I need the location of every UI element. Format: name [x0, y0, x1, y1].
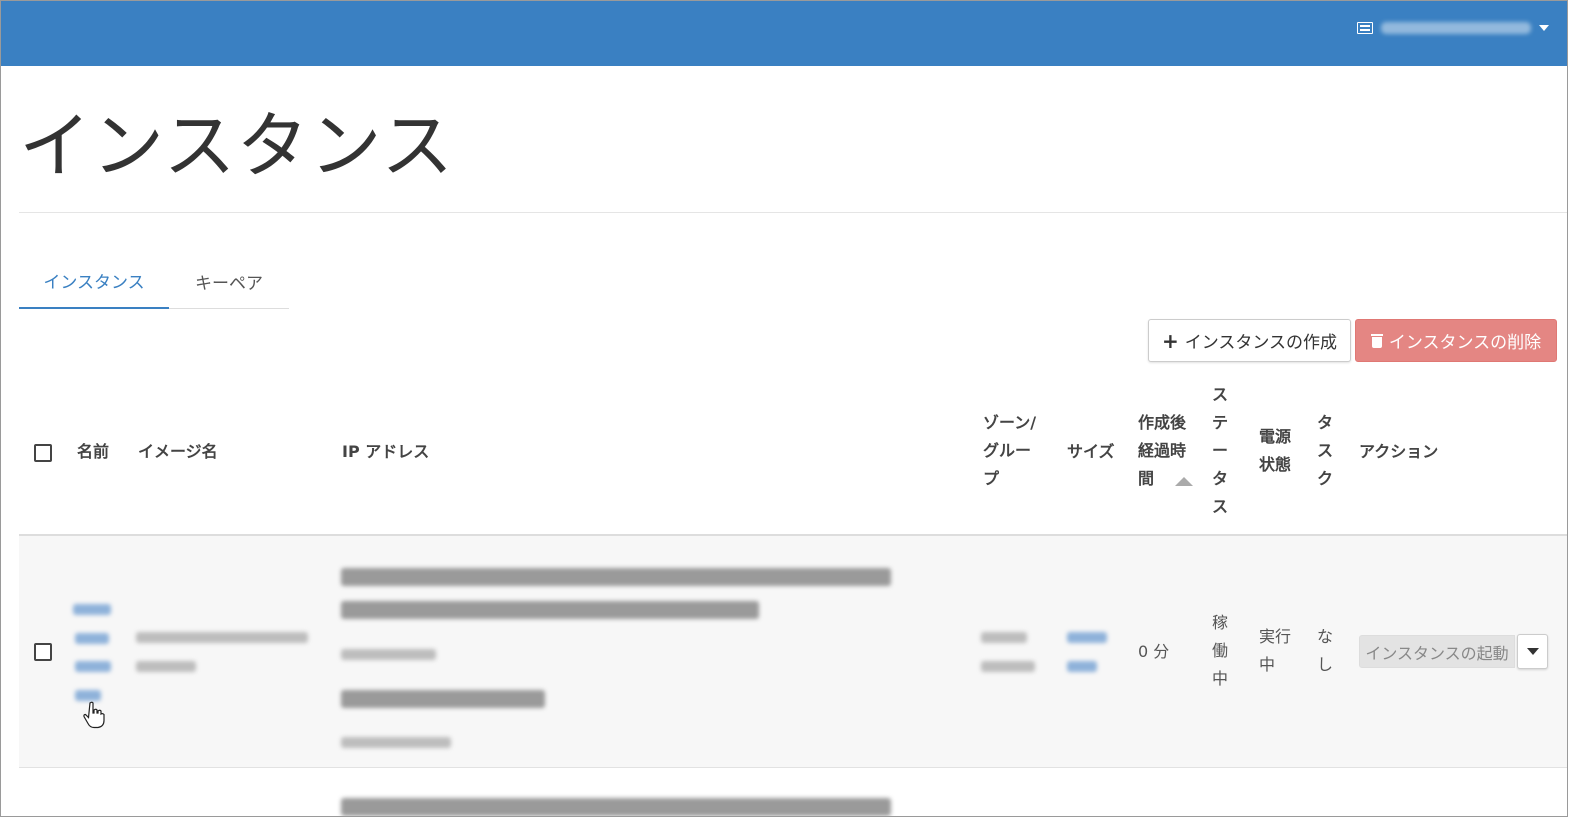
select-all-checkbox[interactable] — [34, 444, 52, 462]
column-header-status-line: ス — [1212, 497, 1229, 516]
column-header-power-line: 状態 — [1259, 455, 1292, 474]
column-header-age-line: 作成後 — [1138, 413, 1187, 432]
create-instance-button[interactable]: + インスタンスの作成 — [1148, 319, 1351, 362]
hand-cursor-icon — [83, 701, 105, 729]
column-header-actions: アクション — [1359, 442, 1439, 461]
list-icon — [1357, 22, 1373, 34]
column-header-age-line: 経過時 — [1138, 441, 1187, 460]
column-header-power[interactable]: 電源 状態 — [1259, 423, 1291, 479]
trash-icon — [1370, 333, 1383, 348]
user-menu[interactable] — [1357, 18, 1549, 38]
column-header-name[interactable]: 名前 — [77, 438, 109, 466]
caret-down-icon — [1526, 648, 1539, 655]
tab-instances[interactable]: インスタンス — [19, 253, 169, 309]
app-window: インスタンス インスタンス キーペア + インスタンスの作成 インスタンスの削除… — [0, 0, 1568, 817]
task-value-line: な — [1317, 627, 1334, 646]
status-value-line: 稼 — [1212, 613, 1229, 632]
column-header-power-line: 電源 — [1259, 427, 1292, 446]
delete-instance-button[interactable]: インスタンスの削除 — [1355, 319, 1557, 362]
power-state-value: 実行 中 — [1259, 623, 1291, 679]
status-value: 稼 働 中 — [1212, 609, 1228, 693]
tab-bar: インスタンス キーペア — [19, 253, 289, 309]
task-value-line: し — [1317, 655, 1334, 674]
column-header-status-line: ー — [1212, 441, 1229, 460]
column-header-zone-line: プ — [983, 469, 1000, 488]
column-header-task[interactable]: タ ス ク — [1317, 409, 1333, 493]
column-header-status-line: テ — [1212, 413, 1229, 432]
create-instance-label: インスタンスの作成 — [1184, 333, 1338, 353]
row-checkbox[interactable] — [34, 643, 52, 661]
column-header-zone-line: グルー — [983, 441, 1032, 460]
status-value-line: 働 — [1212, 641, 1229, 660]
divider — [19, 212, 1567, 213]
sort-ascending-icon[interactable] — [1175, 477, 1193, 486]
action-dropdown-toggle[interactable] — [1517, 634, 1548, 669]
start-instance-button[interactable]: インスタンスの起動 — [1359, 635, 1515, 668]
user-name-redacted — [1381, 22, 1531, 34]
column-header-ip[interactable]: IP アドレス — [342, 438, 429, 466]
column-header-status-line: タ — [1212, 469, 1229, 488]
caret-down-icon — [1539, 25, 1549, 31]
column-header-task-line: タ — [1317, 413, 1334, 432]
column-header-task-line: ク — [1317, 469, 1334, 488]
column-header-zone[interactable]: ゾーン/ グルー プ — [983, 409, 1036, 493]
plus-icon: + — [1161, 328, 1179, 353]
page-title: インスタンス — [19, 104, 455, 188]
column-header-status[interactable]: ス テ ー タ ス — [1212, 381, 1228, 521]
tab-keypairs[interactable]: キーペア — [169, 253, 289, 309]
task-value: な し — [1317, 623, 1333, 679]
power-state-line: 中 — [1259, 655, 1276, 674]
column-header-status-line: ス — [1212, 385, 1229, 404]
top-navbar — [1, 1, 1567, 66]
delete-instance-label: インスタンスの削除 — [1388, 333, 1542, 353]
power-state-line: 実行 — [1259, 627, 1292, 646]
column-header-zone-line: ゾーン/ — [983, 413, 1037, 432]
column-header-size[interactable]: サイズ — [1067, 438, 1115, 466]
column-header-task-line: ス — [1317, 441, 1334, 460]
status-value-line: 中 — [1212, 669, 1229, 688]
age-value: 0 分 — [1138, 642, 1170, 661]
column-header-image[interactable]: イメージ名 — [138, 438, 218, 466]
